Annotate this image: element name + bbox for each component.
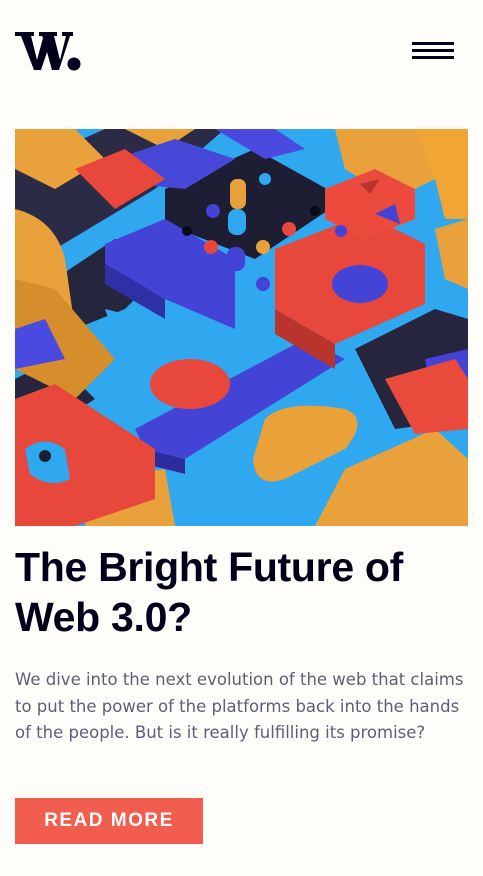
hero-image — [15, 129, 468, 526]
article-title: The Bright Future of Web 3.0? — [15, 544, 404, 640]
article-description: We dive into the next evolution of the w… — [15, 670, 464, 742]
read-more-button[interactable]: READ MORE — [15, 798, 203, 844]
logo[interactable] — [15, 30, 81, 72]
site-header — [0, 0, 483, 110]
hamburger-menu-icon[interactable] — [412, 40, 456, 62]
logo-mark — [15, 32, 81, 71]
